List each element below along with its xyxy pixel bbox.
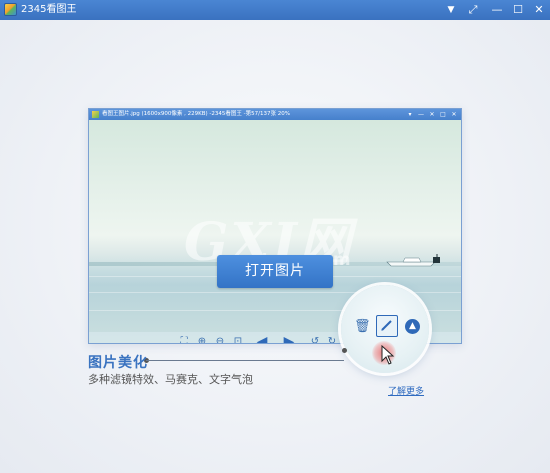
callout-line [146, 360, 344, 361]
menu-dropdown-button[interactable]: ▼ [441, 0, 461, 20]
learn-more-link[interactable]: 了解更多 [388, 384, 424, 397]
preview-menu-button[interactable]: ▾ [405, 109, 415, 120]
trash-icon[interactable]: 🗑 [354, 319, 371, 335]
fit-icon[interactable]: ⛶ [177, 335, 191, 343]
boat-image [386, 254, 440, 267]
expand-up-icon[interactable]: ▲ [405, 319, 420, 334]
close-button[interactable]: ✕ [529, 0, 549, 20]
maximize-button[interactable]: ☐ [508, 0, 528, 20]
next-arrow-icon[interactable]: ▶ [279, 335, 299, 343]
actual-size-icon[interactable]: ⊡ [231, 335, 245, 343]
feature-title: 图片美化 [88, 355, 148, 371]
preview-app-icon [92, 111, 99, 118]
open-image-button[interactable]: 打开图片 [217, 255, 333, 288]
edit-pencil-icon [381, 320, 392, 331]
preview-titlebar: 看图王图片.jpg (1600x900像素 , 229KB) -2345看图王 … [89, 109, 461, 120]
prev-arrow-icon[interactable]: ◀ [252, 335, 272, 343]
app-logo-icon [4, 3, 17, 16]
zoom-in-icon[interactable]: ⊕ [195, 335, 209, 343]
magnifier-highlight: 🗑 ▲ [341, 285, 429, 373]
mouse-cursor-icon [381, 345, 395, 365]
minimize-button[interactable]: — [487, 0, 507, 20]
zoom-out-icon[interactable]: ⊖ [213, 335, 227, 343]
feature-description: 多种滤镜特效、马赛克、文字气泡 [88, 373, 253, 386]
preview-fullscreen-button[interactable]: ✕ [427, 109, 437, 120]
preview-maximize-button[interactable]: □ [438, 109, 448, 120]
preview-close-button[interactable]: ✕ [449, 109, 459, 120]
app-titlebar: 2345看图王 ▼ ⤢ — ☐ ✕ [0, 0, 550, 20]
callout-dot-right [342, 348, 347, 353]
rotate-right-icon[interactable]: ↻ [325, 335, 339, 343]
fullscreen-button[interactable]: ⤢ [463, 0, 483, 20]
edit-icon[interactable] [376, 315, 398, 337]
rotate-left-icon[interactable]: ↺ [308, 335, 322, 343]
preview-minimize-button[interactable]: — [416, 109, 426, 120]
preview-title: 看图王图片.jpg (1600x900像素 , 229KB) -2345看图王 … [102, 111, 290, 117]
app-title: 2345看图王 [21, 4, 77, 15]
